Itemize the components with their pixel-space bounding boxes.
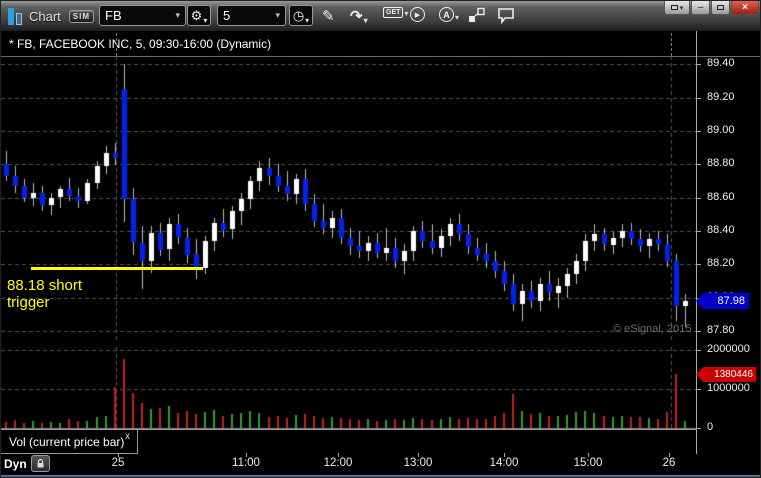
volume-tick-label: 2000000 xyxy=(707,343,750,355)
popout-button[interactable]: ▾ xyxy=(664,1,690,15)
chart-icon-bar xyxy=(16,12,22,25)
price-tick-mark xyxy=(696,131,701,132)
chart-app-icon xyxy=(8,7,22,25)
volume-tick-mark xyxy=(696,350,701,351)
price-tick-label: 88.20 xyxy=(707,257,735,269)
symbol-settings-button[interactable]: ⚙ ▾ xyxy=(187,5,211,26)
time-axis-label: 12:00 xyxy=(323,457,353,469)
trigger-annotation-text[interactable]: 88.18 short trigger xyxy=(7,277,82,311)
chevron-down-icon: ▾ xyxy=(203,16,208,25)
study-label: Vol (current price bar) xyxy=(9,434,125,449)
window-controls: ▾ – × xyxy=(664,1,759,15)
volume-chart-canvas[interactable] xyxy=(1,347,696,429)
volume-tick-mark xyxy=(696,428,701,429)
redo-arrow-icon[interactable]: ↷ ▾ xyxy=(350,7,368,25)
dyn-mode-label: Dyn xyxy=(4,457,27,471)
redo-glyph: ↷ xyxy=(350,8,363,25)
draw-pencil-icon[interactable]: ✎ xyxy=(322,7,335,25)
time-axis-label: 15:00 xyxy=(573,457,603,469)
titlebar: Chart SIM FB ▾ ⚙ ▾ 5 ▾ ◷ ▾ ✎ ↷ ▾ GET ▾ ▶ A ▾ xyxy=(1,1,760,31)
chevron-down-icon[interactable]: ▾ xyxy=(175,10,180,21)
price-axis-line xyxy=(696,31,697,454)
price-tick-label: 89.40 xyxy=(707,57,735,69)
volume-tick-mark xyxy=(696,389,701,390)
chevron-down-icon[interactable]: ▾ xyxy=(275,10,280,21)
gear-icon: ⚙ xyxy=(190,7,203,23)
chevron-down-icon: ▾ xyxy=(455,13,460,22)
maximize-icon xyxy=(717,5,724,10)
sim-mode-badge: SIM xyxy=(68,9,95,23)
time-axis-label: 13:00 xyxy=(403,457,433,469)
chevron-down-icon: ▾ xyxy=(305,16,310,25)
trigger-text-line1: 88.18 short xyxy=(7,277,83,294)
session-break-line xyxy=(116,33,117,56)
price-tick-label: 89.20 xyxy=(707,91,735,103)
window-title: Chart xyxy=(29,8,61,24)
session-break-line xyxy=(671,33,672,56)
symbol-value: FB xyxy=(105,8,122,23)
price-tick-mark xyxy=(696,164,701,165)
interval-combo[interactable]: 5 ▾ xyxy=(217,5,286,26)
symbol-combo[interactable]: FB ▾ xyxy=(99,5,186,26)
minimize-button[interactable]: – xyxy=(691,1,710,15)
link-windows-icon xyxy=(469,7,485,22)
time-axis-label: 26 xyxy=(662,457,676,469)
popout-icon xyxy=(670,5,678,10)
interval-value: 5 xyxy=(223,8,231,23)
price-tick-mark xyxy=(696,64,701,65)
chevron-down-icon: ▾ xyxy=(679,4,684,12)
chart-icon-bar xyxy=(8,7,14,25)
pane-divider xyxy=(1,56,760,57)
price-tick-label: 87.80 xyxy=(707,324,735,336)
chevron-down-icon: ▾ xyxy=(363,16,368,25)
esignal-watermark: © eSignal, 2015 xyxy=(613,323,692,335)
study-close-icon[interactable]: x xyxy=(125,432,130,442)
price-tick-mark xyxy=(696,198,701,199)
chevron-down-icon: ▾ xyxy=(404,9,409,18)
price-tick-label: 89.00 xyxy=(707,124,735,136)
volume-tick-label: 1000000 xyxy=(707,382,750,394)
lock-icon xyxy=(37,458,44,468)
chart-title: * FB, FACEBOOK INC, 5, 09:30-16:00 (Dyna… xyxy=(9,37,272,51)
get-icon: GET xyxy=(383,7,404,18)
volume-tick-label: 0 xyxy=(707,421,714,433)
price-chart-canvas[interactable] xyxy=(1,56,696,341)
clock-icon: ◷ xyxy=(292,7,305,23)
maximize-button[interactable] xyxy=(711,1,730,15)
comment-button[interactable] xyxy=(497,7,516,24)
time-axis-label: 14:00 xyxy=(489,457,519,469)
auto-a-icon: A xyxy=(439,7,454,22)
price-tick-mark xyxy=(696,98,701,99)
link-windows-button[interactable] xyxy=(468,7,486,23)
close-button[interactable]: × xyxy=(731,1,759,15)
price-tick-label: 88.80 xyxy=(707,157,735,169)
price-tick-label: 88.40 xyxy=(707,224,735,236)
time-axis-label: 25 xyxy=(111,457,125,469)
current-volume-badge: 1380446 xyxy=(696,367,756,382)
lock-button[interactable] xyxy=(31,455,50,472)
auto-trade-button[interactable]: A ▾ xyxy=(439,7,459,22)
study-tab-vol[interactable]: Vol (current price bar) xyxy=(1,430,138,454)
price-tick-mark xyxy=(696,331,701,332)
play-replay-button[interactable]: ▶ xyxy=(410,7,425,22)
trigger-text-line2: trigger xyxy=(7,294,50,311)
get-data-button[interactable]: GET ▾ xyxy=(383,7,408,18)
time-axis-label: 11:00 xyxy=(232,457,260,469)
play-icon: ▶ xyxy=(410,7,425,22)
last-price-badge: 87.98 xyxy=(696,293,749,309)
trigger-horizontal-line[interactable] xyxy=(31,267,203,270)
price-tick-label: 88.60 xyxy=(707,191,735,203)
time-template-button[interactable]: ◷ ▾ xyxy=(289,5,313,26)
chart-window: Chart SIM FB ▾ ⚙ ▾ 5 ▾ ◷ ▾ ✎ ↷ ▾ GET ▾ ▶ A ▾ xyxy=(0,0,761,478)
price-tick-mark xyxy=(696,264,701,265)
price-tick-mark xyxy=(696,231,701,232)
comment-bubble-icon xyxy=(498,8,514,24)
